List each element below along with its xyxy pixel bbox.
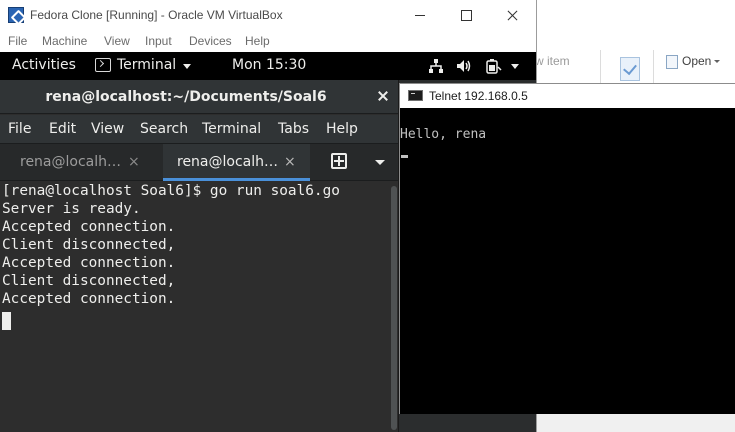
minimize-button[interactable] — [397, 0, 443, 30]
new-item-button[interactable]: w item — [535, 54, 570, 68]
vbox-menu-help[interactable]: Help — [245, 34, 270, 48]
terminal-menu-search[interactable]: Search — [140, 121, 188, 137]
scrollbar-thumb[interactable] — [391, 186, 397, 430]
terminal-cursor — [2, 312, 11, 330]
terminal-line: [rena@localhost Soal6]$ go run soal6.go — [2, 183, 340, 199]
terminal-output[interactable]: [rena@localhost Soal6]$ go run soal6.go … — [0, 182, 390, 432]
activities-button[interactable]: Activities — [12, 57, 76, 73]
volume-icon[interactable] — [456, 58, 472, 74]
vbox-menu-view[interactable]: View — [104, 34, 130, 48]
vbox-window-title: Fedora Clone [Running] - Oracle VM Virtu… — [30, 8, 283, 22]
close-icon[interactable]: × — [284, 154, 296, 170]
terminal-menubar: File Edit View Search Terminal Tabs Help — [0, 115, 398, 143]
app-menu-button[interactable]: Terminal — [117, 57, 176, 73]
clock[interactable]: Mon 15:30 — [232, 57, 306, 73]
telnet-titlebar[interactable]: Telnet 192.168.0.5 — [400, 84, 735, 108]
terminal-menu-tabs[interactable]: Tabs — [278, 121, 309, 137]
terminal-menu-help[interactable]: Help — [326, 121, 358, 137]
close-button[interactable] — [489, 0, 535, 30]
tab-label: rena@localh… — [20, 154, 122, 170]
properties-icon[interactable] — [620, 57, 640, 81]
virtualbox-icon — [8, 7, 24, 23]
telnet-console[interactable]: Hello, rena — [400, 108, 735, 414]
chevron-down-icon[interactable] — [375, 160, 385, 165]
terminal-window: rena@localhost:~/Documents/Soal6 File Ed… — [0, 80, 399, 432]
terminal-menu-edit[interactable]: Edit — [49, 121, 76, 137]
network-icon[interactable] — [428, 58, 444, 74]
ribbon-divider — [600, 50, 601, 86]
console-icon — [408, 90, 423, 101]
chevron-down-icon[interactable] — [183, 64, 191, 69]
vbox-titlebar[interactable]: Fedora Clone [Running] - Oracle VM Virtu… — [0, 0, 536, 30]
terminal-tab[interactable]: rena@localh… × — [0, 144, 160, 181]
terminal-menu-file[interactable]: File — [8, 121, 31, 137]
telnet-window: Telnet 192.168.0.5 Hello, rena — [399, 83, 735, 414]
terminal-tab-bar: rena@localh… × rena@localh… × — [0, 143, 398, 181]
vbox-menu-machine[interactable]: Machine — [42, 34, 87, 48]
gnome-top-bar: Activities Terminal Mon 15:30 — [0, 52, 536, 80]
terminal-line: Server is ready. — [2, 201, 141, 217]
battery-icon[interactable] — [484, 58, 502, 74]
new-tab-icon[interactable] — [331, 153, 347, 169]
terminal-tab-active[interactable]: rena@localh… × — [163, 144, 310, 181]
telnet-cursor — [401, 155, 408, 158]
telnet-window-title: Telnet 192.168.0.5 — [429, 89, 528, 103]
vbox-menu-devices[interactable]: Devices — [189, 34, 232, 48]
terminal-title: rena@localhost:~/Documents/Soal6 — [45, 89, 327, 105]
tab-label: rena@localh… — [177, 154, 279, 170]
terminal-line: Accepted connection. — [2, 219, 176, 235]
terminal-scrollbar[interactable] — [390, 182, 398, 432]
terminal-line: Client disconnected, — [2, 273, 176, 289]
terminal-line: Accepted connection. — [2, 255, 176, 271]
terminal-icon[interactable] — [95, 58, 111, 72]
terminal-headerbar[interactable]: rena@localhost:~/Documents/Soal6 — [0, 80, 398, 114]
open-icon — [666, 55, 678, 69]
chevron-down-icon[interactable] — [511, 64, 519, 69]
terminal-menu-view[interactable]: View — [91, 121, 124, 137]
ribbon-divider — [653, 50, 654, 86]
terminal-line: Accepted connection. — [2, 291, 176, 307]
vbox-menubar: File Machine View Input Devices Help — [0, 30, 536, 52]
close-icon[interactable] — [375, 88, 391, 104]
open-button[interactable]: Open — [682, 54, 711, 68]
terminal-line: Client disconnected, — [2, 237, 176, 253]
close-icon[interactable]: × — [128, 154, 140, 170]
terminal-menu-terminal[interactable]: Terminal — [202, 121, 261, 137]
maximize-button[interactable] — [443, 0, 489, 30]
vbox-menu-input[interactable]: Input — [145, 34, 172, 48]
telnet-output-line: Hello, rena — [400, 127, 487, 142]
vbox-menu-file[interactable]: File — [8, 34, 27, 48]
chevron-down-icon[interactable] — [714, 60, 720, 63]
